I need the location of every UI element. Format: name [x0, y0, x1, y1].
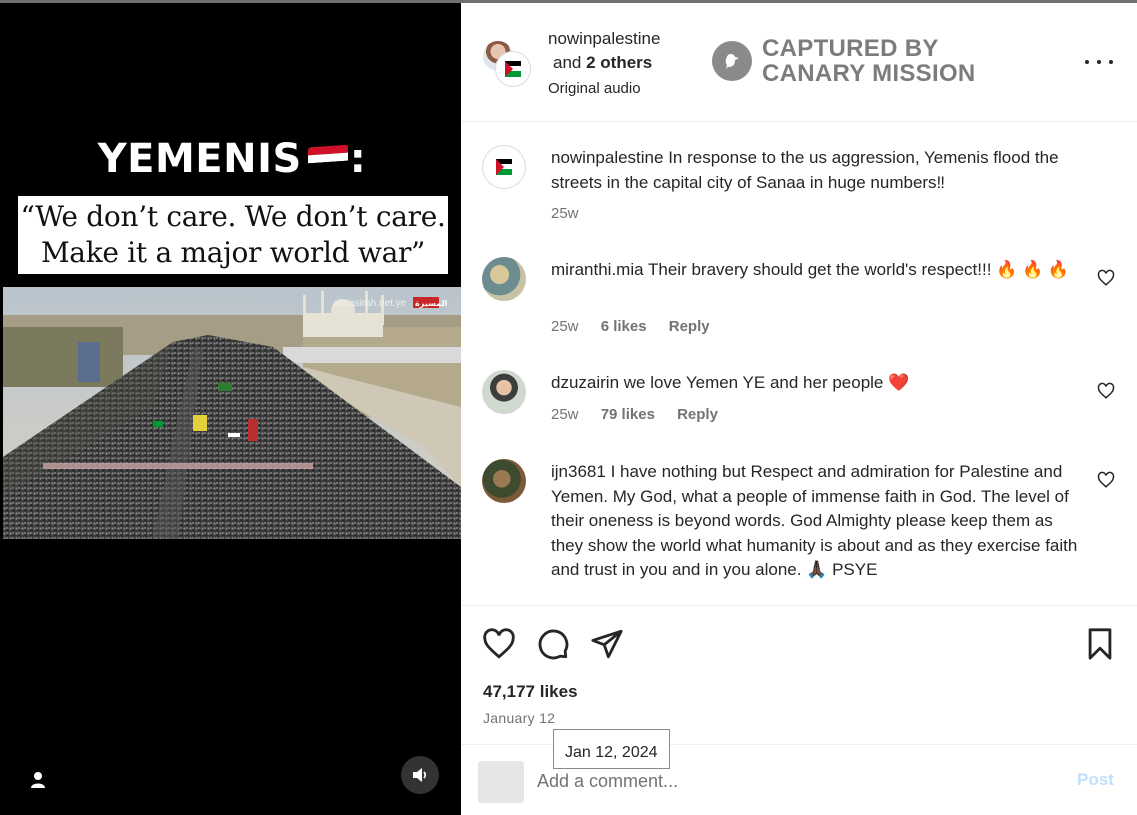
likes-count[interactable]: 47,177 likes [483, 682, 578, 702]
heart-icon[interactable] [1097, 269, 1115, 287]
caption-avatar[interactable] [482, 145, 526, 189]
video-headline-text: YEMENIS [97, 136, 302, 182]
comment-body: dzuzairin we love Yemen YE and her peopl… [551, 371, 1086, 396]
comment-avatar[interactable] [482, 459, 526, 503]
video-profile-button[interactable] [25, 767, 51, 793]
post-video[interactable]: YEMENIS: “We don’t care. We don’t care. … [3, 3, 461, 815]
more-icon-dot [1097, 60, 1101, 64]
comment-time[interactable]: 25w [551, 406, 579, 423]
post-date[interactable]: January 12 [483, 710, 555, 726]
comment-item: ijn3681 I have nothing but Respect and a… [461, 459, 1137, 604]
palestine-flag-icon [505, 61, 521, 77]
captured-by-watermark: CAPTURED BY CANARY MISSION [712, 36, 976, 86]
bookmark-icon[interactable] [1083, 627, 1117, 661]
comment-likes[interactable]: 6 likes [601, 318, 647, 335]
post-header: nowinpalestine and 2 others Original aud… [461, 3, 1137, 122]
more-icon-dot [1109, 60, 1113, 64]
user-icon [31, 772, 45, 788]
date-tooltip: Jan 12, 2024 [553, 729, 670, 769]
comment-item: miranthi.mia Their bravery should get th… [461, 257, 1137, 347]
comment-likes[interactable]: 79 likes [601, 406, 655, 423]
current-user-avatar [478, 761, 524, 803]
comments-list[interactable]: nowinpalestine In response to the us agg… [461, 123, 1137, 604]
heart-icon[interactable] [1097, 382, 1115, 400]
comment-username[interactable]: ijn3681 [551, 462, 606, 481]
comment-reply-button[interactable]: Reply [669, 318, 710, 335]
instagram-post-modal: YEMENIS: “We don’t care. We don’t care. … [0, 0, 1137, 815]
header-others-prefix: and [553, 53, 582, 72]
comment-text: Their bravery should get the world's res… [648, 260, 1070, 279]
video-headline: YEMENIS: [3, 136, 461, 182]
post-details-panel: nowinpalestine and 2 others Original aud… [461, 3, 1137, 815]
post-comment-button[interactable]: Post [1077, 770, 1114, 790]
header-others-count[interactable]: 2 others [586, 53, 652, 72]
comment-username[interactable]: dzuzairin [551, 373, 619, 392]
comment-body: ijn3681 I have nothing but Respect and a… [551, 460, 1086, 583]
collab-avatars[interactable] [481, 39, 531, 89]
comment-avatar[interactable] [482, 370, 526, 414]
watermark-logo: المسيرة [415, 299, 447, 308]
comment-body: miranthi.mia Their bravery should get th… [551, 258, 1086, 283]
comment-meta: 25w 6 likes Reply [551, 318, 728, 335]
speaker-icon [413, 768, 427, 782]
caption-time[interactable]: 25w [551, 205, 579, 222]
comment-bubble-icon[interactable] [536, 627, 570, 661]
video-audio-button[interactable] [401, 756, 439, 794]
heart-icon[interactable] [1097, 471, 1115, 489]
comment-reply-button[interactable]: Reply [677, 406, 718, 423]
original-audio-link[interactable]: Original audio [548, 80, 641, 97]
caption-body: nowinpalestine In response to the us agg… [551, 146, 1086, 195]
caption-meta: 25w [551, 205, 597, 222]
caption-username[interactable]: nowinpalestine [551, 148, 663, 167]
crowd-aerial-image: almasirah.net.ye المسيرة [3, 287, 461, 539]
comment-text: we love Yemen YE and her people ❤️ [623, 373, 910, 392]
watermark-text: almasirah.net.ye [333, 298, 407, 309]
comment-username[interactable]: miranthi.mia [551, 260, 644, 279]
post-caption: nowinpalestine In response to the us agg… [461, 145, 1137, 245]
header-collaborators[interactable]: and 2 others [553, 53, 652, 73]
canary-bird-icon [712, 41, 752, 81]
comment-text: I have nothing but Respect and admiratio… [551, 462, 1078, 579]
captured-line-2: CANARY MISSION [762, 60, 976, 87]
palestine-flag-icon [496, 159, 512, 175]
like-heart-icon[interactable] [482, 627, 516, 661]
video-quote-box: “We don’t care. We don’t care. Make it a… [18, 196, 448, 274]
share-send-icon[interactable] [590, 627, 624, 661]
captured-line-1: CAPTURED BY [762, 35, 939, 62]
captured-by-text: CAPTURED BY CANARY MISSION [762, 36, 976, 86]
comment-meta: 25w 79 likes Reply [551, 406, 736, 423]
collab-avatar-2[interactable] [495, 51, 531, 87]
comment-time[interactable]: 25w [551, 318, 579, 335]
more-options-button[interactable] [1085, 52, 1113, 72]
video-quote-line-2: Make it a major world war” [40, 236, 426, 269]
comment-item: dzuzairin we love Yemen YE and her peopl… [461, 370, 1137, 430]
header-username[interactable]: nowinpalestine [548, 29, 660, 49]
yemen-flag-icon [307, 144, 348, 172]
video-quote-line-1: “We don’t care. We don’t care. [20, 200, 446, 233]
more-icon [1085, 60, 1089, 64]
comment-avatar[interactable] [482, 257, 526, 301]
video-headline-colon: : [349, 136, 367, 182]
post-actions: 47,177 likes January 12 [461, 605, 1137, 745]
